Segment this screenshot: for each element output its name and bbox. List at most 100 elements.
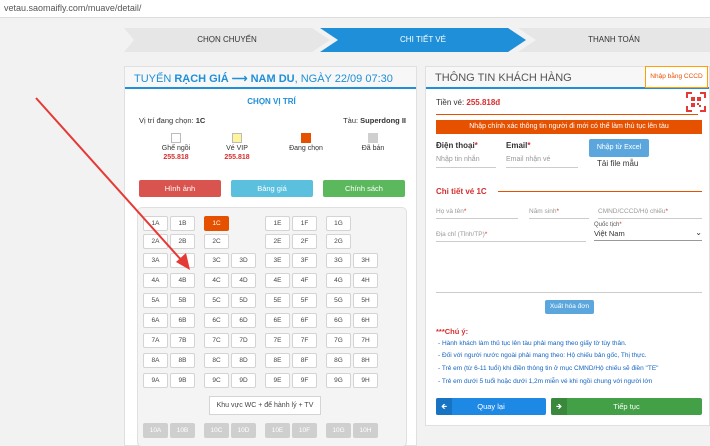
step-chi-tiet-ve[interactable]: CHI TIẾT VÉ [320, 28, 526, 52]
seat-7d[interactable]: 7D [231, 333, 256, 348]
seat-9h[interactable]: 9H [353, 373, 378, 388]
seat-9a[interactable]: 9A [143, 373, 168, 388]
id-number-field[interactable]: CMND/CCCD/Hộ chiếu* [598, 208, 668, 215]
seat-4e[interactable]: 4E [265, 273, 290, 288]
seat-1a[interactable]: 1A [143, 216, 168, 231]
seat-8a[interactable]: 8A [143, 353, 168, 368]
seat-8b[interactable]: 8B [170, 353, 195, 368]
seat-5d[interactable]: 5D [231, 293, 256, 308]
seat-10g: 10G [326, 423, 351, 438]
seat-1e[interactable]: 1E [265, 216, 290, 231]
address-bar[interactable]: vetau.saomaifly.com/muave/detail/ [0, 0, 710, 18]
seat-6b[interactable]: 6B [170, 313, 195, 328]
step-chon-chuyen[interactable]: CHỌN CHUYẾN [124, 28, 330, 52]
seat-1f[interactable]: 1F [292, 216, 317, 231]
back-button[interactable]: 🡸 Quay lại [436, 398, 546, 415]
seat-1g[interactable]: 1G [326, 216, 351, 231]
seat-4c[interactable]: 4C [204, 273, 229, 288]
seat-2b[interactable]: 2B [170, 234, 195, 249]
seat-3d[interactable]: 3D [231, 253, 256, 268]
seat-5e[interactable]: 5E [265, 293, 290, 308]
seat-7g[interactable]: 7G [326, 333, 351, 348]
email-input[interactable]: Email nhận vé [506, 156, 578, 168]
policy-button[interactable]: Chính sách [323, 180, 405, 197]
seat-3g[interactable]: 3G [326, 253, 351, 268]
seat-6c[interactable]: 6C [204, 313, 229, 328]
seat-4g[interactable]: 4G [326, 273, 351, 288]
seat-9b[interactable]: 9B [170, 373, 195, 388]
nationality-select[interactable]: Việt Nam ⌄ [594, 228, 702, 241]
selected-seat-label: Vị trí đang chọn: [139, 116, 196, 125]
seat-5g[interactable]: 5G [326, 293, 351, 308]
seat-9d[interactable]: 9D [231, 373, 256, 388]
seat-4a[interactable]: 4A [143, 273, 168, 288]
seat-5h[interactable]: 5H [353, 293, 378, 308]
seat-3e[interactable]: 3E [265, 253, 290, 268]
seat-8c[interactable]: 8C [204, 353, 229, 368]
seat-6h[interactable]: 6H [353, 313, 378, 328]
seat-1c[interactable]: 1C [204, 216, 229, 231]
continue-button[interactable]: 🡺 Tiếp tục [551, 398, 702, 415]
invoice-button[interactable]: Xuất hóa đơn [545, 300, 594, 314]
import-excel-button[interactable]: Nhập từ Excel [589, 139, 649, 157]
seat-8e[interactable]: 8E [265, 353, 290, 368]
seat-5a[interactable]: 5A [143, 293, 168, 308]
seat-7h[interactable]: 7H [353, 333, 378, 348]
legend-item: Vé VIP 255.818 [207, 133, 267, 161]
seat-7a[interactable]: 7A [143, 333, 168, 348]
cccd-input-button[interactable]: Nhập bằng CCCD [645, 66, 708, 88]
seat-2a[interactable]: 2A [143, 234, 168, 249]
seat-5b[interactable]: 5B [170, 293, 195, 308]
seat-3f[interactable]: 3F [292, 253, 317, 268]
seat-map: Khu vực WC + để hành lý + TV 1A 1B 1C 1E 1F 1… [137, 207, 407, 446]
seat-7e[interactable]: 7E [265, 333, 290, 348]
seat-3c[interactable]: 3C [204, 253, 229, 268]
seat-7c[interactable]: 7C [204, 333, 229, 348]
seat-10b: 10B [170, 423, 195, 438]
seat-5c[interactable]: 5C [204, 293, 229, 308]
seat-8h[interactable]: 8H [353, 353, 378, 368]
seat-4f[interactable]: 4F [292, 273, 317, 288]
seat-7b[interactable]: 7B [170, 333, 195, 348]
seat-10c: 10C [204, 423, 229, 438]
seat-4h[interactable]: 4H [353, 273, 378, 288]
seat-2c[interactable]: 2C [204, 234, 229, 249]
seat-3b[interactable]: 3B [170, 253, 195, 268]
images-button[interactable]: Hình ảnh [139, 180, 221, 197]
seat-6f[interactable]: 6F [292, 313, 317, 328]
seat-3a[interactable]: 3A [143, 253, 168, 268]
seat-10e: 10E [265, 423, 290, 438]
address-placeholder: Địa chỉ (Tỉnh/TP) [436, 231, 485, 238]
seat-8f[interactable]: 8F [292, 353, 317, 368]
seat-6g[interactable]: 6G [326, 313, 351, 328]
seat-2g[interactable]: 2G [326, 234, 351, 249]
email-label-text: Email [506, 141, 528, 150]
seat-4d[interactable]: 4D [231, 273, 256, 288]
fullname-field[interactable]: Họ và tên* [436, 208, 466, 215]
seat-9e[interactable]: 9E [265, 373, 290, 388]
seat-8d[interactable]: 8D [231, 353, 256, 368]
seat-9f[interactable]: 9F [292, 373, 317, 388]
seat-6d[interactable]: 6D [231, 313, 256, 328]
seat-4b[interactable]: 4B [170, 273, 195, 288]
qr-scan-icon[interactable] [686, 92, 706, 112]
seat-8g[interactable]: 8G [326, 353, 351, 368]
seat-2e[interactable]: 2E [265, 234, 290, 249]
seat-1b[interactable]: 1B [170, 216, 195, 231]
seat-9c[interactable]: 9C [204, 373, 229, 388]
phone-input[interactable]: Nhập tin nhắn [436, 156, 496, 168]
seat-7f[interactable]: 7F [292, 333, 317, 348]
fullname-underline [436, 218, 518, 219]
fullname-placeholder: Họ và tên [436, 208, 464, 215]
seat-6e[interactable]: 6E [265, 313, 290, 328]
birthyear-field[interactable]: Năm sinh* [529, 208, 559, 215]
step-thanh-toan[interactable]: THANH TOÁN [518, 28, 710, 52]
seat-5f[interactable]: 5F [292, 293, 317, 308]
seat-9g[interactable]: 9G [326, 373, 351, 388]
seat-6a[interactable]: 6A [143, 313, 168, 328]
address-field[interactable]: Địa chỉ (Tỉnh/TP)* [436, 231, 487, 238]
seat-3h[interactable]: 3H [353, 253, 378, 268]
seat-2f[interactable]: 2F [292, 234, 317, 249]
download-template-link[interactable]: Tải file mẫu [597, 159, 638, 168]
price-table-button[interactable]: Bảng giá [231, 180, 313, 197]
